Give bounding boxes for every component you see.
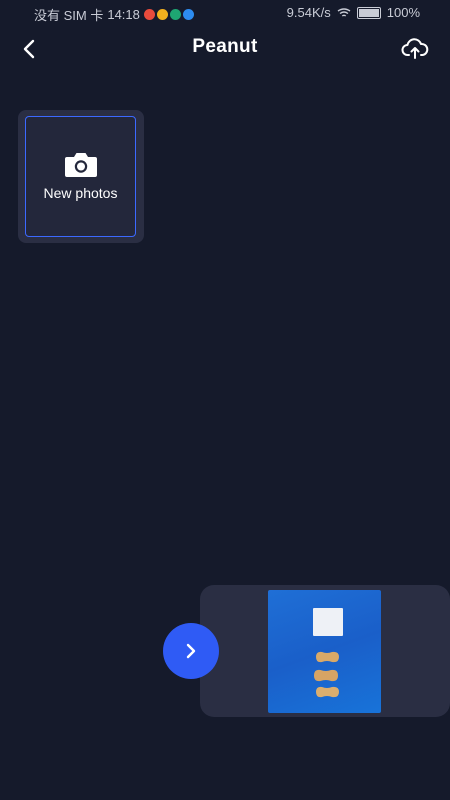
new-photos-tile[interactable]: New photos [18, 110, 144, 243]
preview-panel [200, 585, 450, 717]
time-text: 14:18 [107, 7, 140, 22]
wifi-icon [337, 7, 351, 17]
upload-button[interactable] [400, 34, 430, 64]
peanut-image [316, 686, 339, 698]
network-speed-text: 9.54K/s [286, 5, 331, 20]
new-photos-label: New photos [43, 185, 118, 201]
peanut-image [314, 669, 338, 682]
battery-icon [356, 6, 381, 19]
cloud-notification-icon [182, 9, 194, 20]
photo-thumbnail[interactable] [268, 590, 381, 713]
peanut-image [316, 651, 339, 663]
new-photos-button[interactable]: New photos [25, 116, 136, 237]
status-right: 9.54K/s 100% [287, 5, 420, 20]
app-notification-icon [169, 9, 181, 20]
chevron-right-icon [186, 643, 196, 659]
notification-icons [143, 9, 194, 20]
app-notification-icon [143, 9, 155, 20]
status-left: 没有 SIM 卡 14:18 [34, 5, 194, 24]
carrier-text: 没有 SIM 卡 [34, 8, 104, 23]
battery-percent: 100% [386, 5, 420, 20]
white-paper-square [313, 608, 343, 636]
status-bar: 没有 SIM 卡 14:18 9.54K/s 100% [0, 0, 450, 26]
next-button[interactable] [163, 623, 219, 679]
page-title: Peanut [192, 36, 258, 57]
camera-icon [64, 153, 97, 177]
cloud-upload-icon [401, 38, 429, 59]
app-notification-icon [156, 9, 168, 20]
app-header: Peanut [0, 26, 450, 72]
